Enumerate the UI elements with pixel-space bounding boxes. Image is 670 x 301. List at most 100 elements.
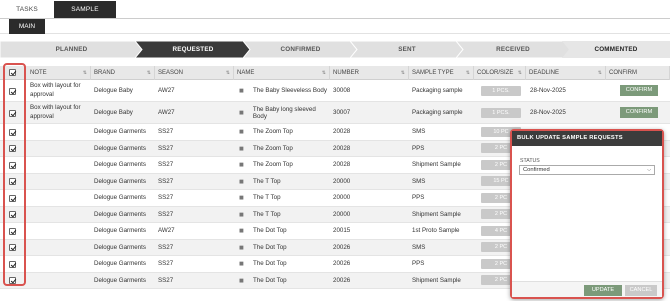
color-size-badge[interactable]: 1 PCS. <box>481 85 521 96</box>
shirt-icon: ■ <box>239 108 244 117</box>
style-name[interactable]: The Baby Sleeveless Body <box>253 87 327 94</box>
subtab-main[interactable]: MAIN <box>9 19 45 34</box>
tab-sample-request[interactable]: SAMPLE REQUEST <box>54 1 116 30</box>
number-cell: 20026 <box>333 243 351 251</box>
number-cell: 20000 <box>333 210 351 218</box>
color-size-badge[interactable]: 1 PCS. <box>481 107 521 118</box>
deadline-cell: 28-Nov-2025 <box>530 109 566 116</box>
season-cell: SS27 <box>158 276 174 284</box>
sample-type-cell: SMS <box>412 177 426 185</box>
pipeline-step-confirmed[interactable]: CONFIRMED <box>243 41 358 58</box>
chevron-down-icon: ⌵ <box>647 167 651 173</box>
brand-cell: Delogue Baby <box>94 109 133 116</box>
number-cell: 20028 <box>333 144 351 152</box>
style-name[interactable]: The T Top <box>253 178 281 185</box>
pipeline-step-received[interactable]: RECEIVED <box>456 41 570 58</box>
style-name[interactable]: The Dot Top <box>253 260 287 267</box>
sort-icon[interactable]: ⇅ <box>83 66 87 80</box>
pipeline-step-label: SENT <box>398 46 416 53</box>
sort-icon[interactable]: ⇅ <box>147 66 151 80</box>
confirm-button[interactable]: CONFIRM <box>620 107 658 118</box>
style-name[interactable]: The Zoom Top <box>253 161 293 168</box>
season-cell: SS27 <box>158 243 174 251</box>
sample-type-cell: PPS <box>412 194 425 202</box>
status-select[interactable]: Confirmed ⌵ <box>519 165 655 175</box>
status-label: STATUS <box>520 158 540 164</box>
style-name[interactable]: The Zoom Top <box>253 128 293 135</box>
note-cell <box>27 174 91 190</box>
confirm-button[interactable]: CONFIRM <box>620 85 658 96</box>
color-size-cell: 1 PCS. <box>478 80 526 101</box>
sort-icon[interactable]: ⇅ <box>518 66 522 80</box>
sort-icon[interactable]: ⇅ <box>322 66 326 80</box>
shirt-icon: ■ <box>239 275 244 285</box>
status-select-value: Confirmed <box>523 167 550 173</box>
pipeline-step-sent[interactable]: SENT <box>350 41 464 58</box>
sort-icon[interactable]: ⇅ <box>466 66 470 80</box>
sort-icon[interactable]: ⇅ <box>226 66 230 80</box>
number-cell: 20026 <box>333 260 351 268</box>
brand-cell: Delogue Garments <box>94 194 146 202</box>
pipeline-step-commented[interactable]: COMMENTED <box>562 41 670 58</box>
style-name[interactable]: The Dot Top <box>253 227 287 234</box>
name-cell: ■ The T Top <box>234 207 330 223</box>
column-header-season[interactable]: SEASON ⇅ <box>155 66 234 80</box>
deadline-cell: 28-Nov-2025 <box>530 87 566 94</box>
column-header-deadline[interactable]: DEADLINE ⇅ <box>526 66 606 80</box>
column-header-confirm[interactable]: CONFIRM <box>606 66 670 80</box>
note-cell <box>27 157 91 173</box>
tab-tasks[interactable]: TASKS <box>10 1 44 18</box>
shirt-icon: ■ <box>239 193 244 203</box>
modal-footer: UPDATE CANCEL <box>512 281 662 297</box>
bulk-update-modal: BULK UPDATE SAMPLE REQUESTS STATUS Confi… <box>510 129 664 299</box>
name-cell: ■ The T Top <box>234 190 330 206</box>
style-name[interactable]: The Zoom Top <box>253 145 293 152</box>
column-header-note[interactable]: NOTE ⇅ <box>27 66 91 80</box>
brand-cell: Delogue Garments <box>94 260 146 268</box>
shirt-icon: ■ <box>239 242 244 252</box>
style-name[interactable]: The T Top <box>253 211 281 218</box>
note-cell: Box with layout for approval <box>30 82 81 98</box>
sort-icon[interactable]: ⇅ <box>598 66 602 80</box>
column-header-sample-type[interactable]: SAMPLE TYPE ⇅ <box>409 66 474 80</box>
pipeline-step-label: CONFIRMED <box>280 46 321 53</box>
style-name[interactable]: The Dot Top <box>253 244 287 251</box>
note-cell <box>27 256 91 272</box>
name-cell: ■ The Dot Top <box>234 240 330 256</box>
shirt-icon: ■ <box>239 160 244 170</box>
sample-type-cell: Packaging sample <box>412 109 463 116</box>
note-cell <box>27 207 91 223</box>
sort-icon[interactable]: ⇅ <box>401 66 405 80</box>
number-cell: 20028 <box>333 128 351 136</box>
cancel-button[interactable]: CANCEL <box>625 285 657 296</box>
name-cell: ■ The T Top <box>234 174 330 190</box>
column-header-color-size[interactable]: COLOR/SIZE ⇅ <box>474 66 526 80</box>
column-header-label: COLOR/SIZE <box>477 70 514 76</box>
name-cell: ■ The Zoom Top <box>234 124 330 140</box>
season-cell: SS27 <box>158 194 174 202</box>
pipeline-step-planned[interactable]: PLANNED <box>0 41 143 58</box>
style-name[interactable]: The Dot Top <box>253 277 287 284</box>
subtab-bar: MAIN <box>0 19 670 34</box>
top-tabs: TASKS SAMPLE REQUEST <box>0 0 670 30</box>
style-name[interactable]: The Baby long sleeved Body <box>253 106 330 120</box>
name-cell: ■ The Dot Top <box>234 273 330 289</box>
sample-type-cell: Shipment Sample <box>412 210 461 218</box>
table-row[interactable]: Box with layout for approval Delogue Baby… <box>0 80 670 102</box>
column-header-number[interactable]: NUMBER ⇅ <box>330 66 409 80</box>
column-header-label: CONFIRM <box>609 70 637 76</box>
note-cell <box>27 141 91 157</box>
shirt-icon: ■ <box>239 86 244 95</box>
shirt-icon: ■ <box>239 226 244 236</box>
update-button[interactable]: UPDATE <box>584 285 622 296</box>
sample-type-cell: Shipment Sample <box>412 276 461 284</box>
season-cell: SS27 <box>158 144 174 152</box>
season-cell: SS27 <box>158 128 174 136</box>
column-header-label: NOTE <box>30 70 47 76</box>
table-row[interactable]: Box with layout for approval Delogue Baby… <box>0 102 670 124</box>
column-header-name[interactable]: NAME ⇅ <box>234 66 330 80</box>
pipeline-step-requested[interactable]: REQUESTED <box>135 41 251 58</box>
column-header-label: SAMPLE TYPE <box>412 70 454 76</box>
style-name[interactable]: The T Top <box>253 194 281 201</box>
column-header-brand[interactable]: BRAND ⇅ <box>91 66 155 80</box>
